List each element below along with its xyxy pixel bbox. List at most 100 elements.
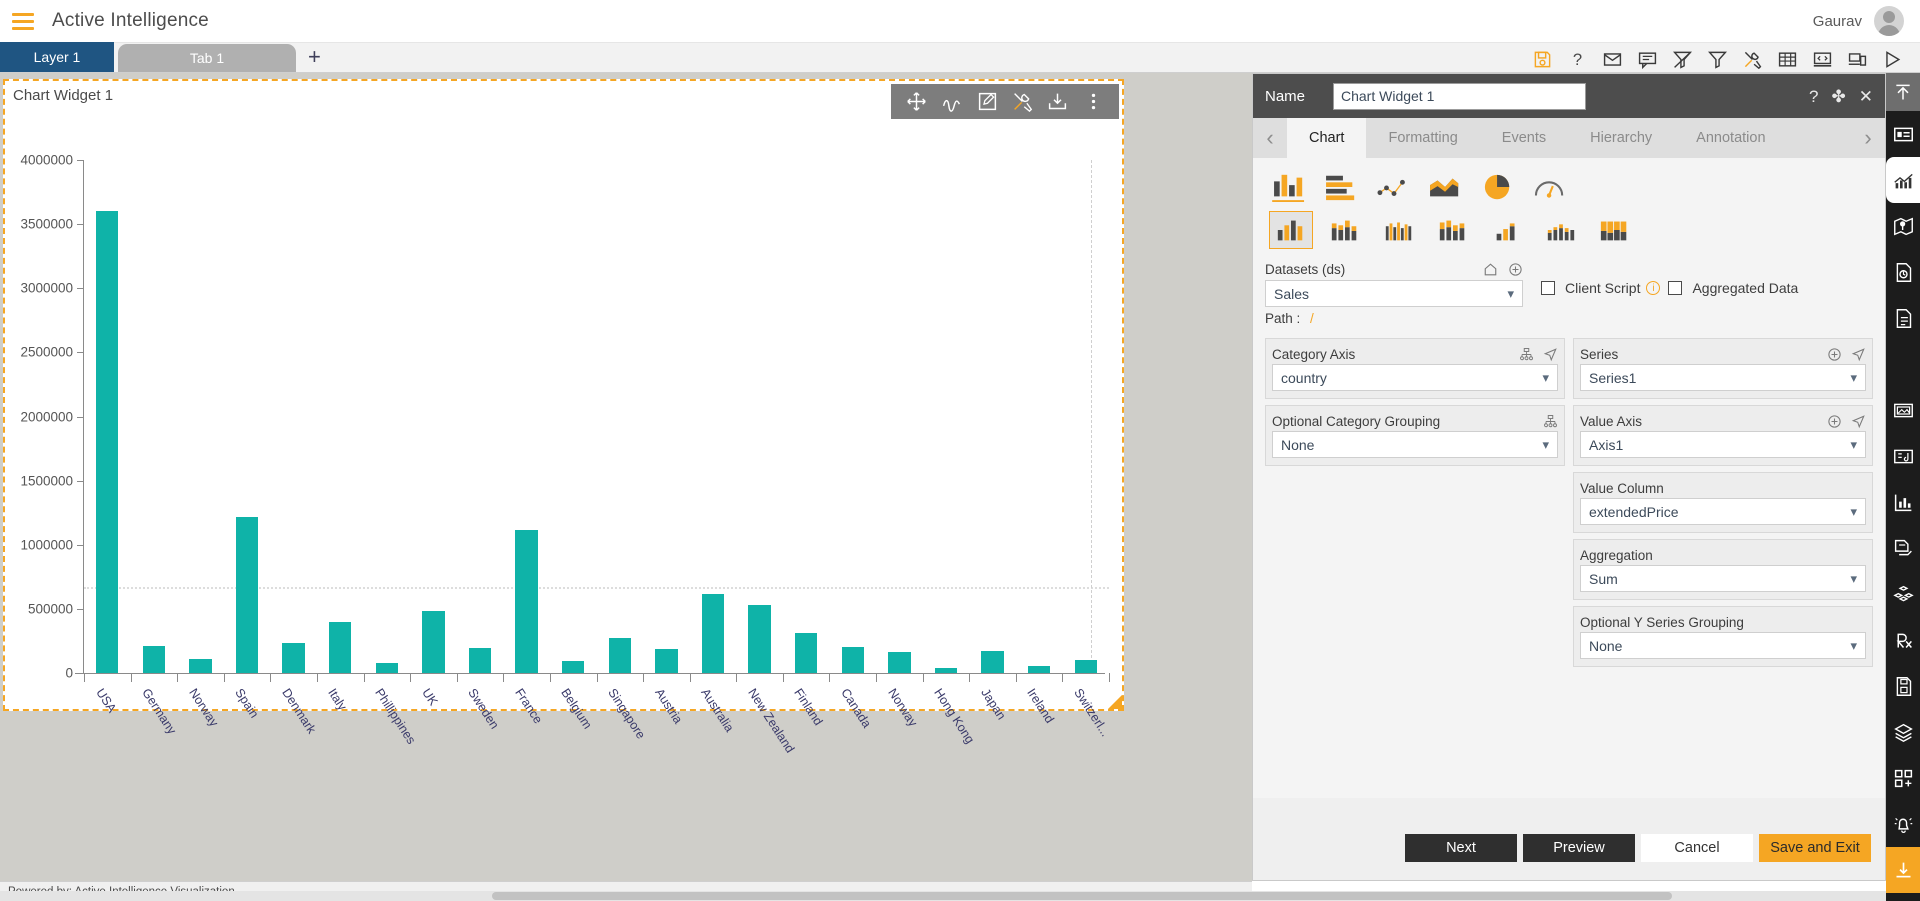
- alert-bell-icon[interactable]: [1886, 801, 1920, 847]
- download-icon[interactable]: [1886, 847, 1920, 893]
- filter-icon[interactable]: [1708, 50, 1727, 69]
- bar[interactable]: [282, 642, 305, 673]
- bar[interactable]: [468, 648, 492, 673]
- mixed-column-icon[interactable]: [1539, 211, 1583, 249]
- layers-icon[interactable]: [1886, 709, 1920, 755]
- image-widget-icon[interactable]: [1886, 387, 1920, 433]
- scrollbar-thumb[interactable]: [492, 892, 1672, 900]
- horizontal-scrollbar[interactable]: [0, 891, 1886, 901]
- add-circle-icon[interactable]: [1827, 414, 1842, 429]
- add-tab-button[interactable]: +: [308, 46, 321, 68]
- chart-widget[interactable]: Chart Widget 1 0 500000 1000000 1500000 2000…: [3, 79, 1124, 755]
- bar[interactable]: [189, 658, 212, 673]
- optional-y-series-grouping-select[interactable]: None ▾: [1580, 632, 1866, 659]
- add-circle-icon[interactable]: [1508, 262, 1523, 277]
- tab-chart[interactable]: Chart: [1287, 118, 1367, 158]
- tab-events[interactable]: Events: [1480, 118, 1568, 158]
- bar[interactable]: [96, 210, 119, 673]
- tools-icon[interactable]: [1012, 91, 1033, 112]
- bar[interactable]: [375, 662, 399, 673]
- tab-formatting[interactable]: Formatting: [1366, 118, 1479, 158]
- small-column-icon[interactable]: [1485, 211, 1529, 249]
- bar[interactable]: [655, 648, 678, 673]
- home-icon[interactable]: [1483, 262, 1498, 277]
- bar[interactable]: [1074, 660, 1097, 673]
- stacked-group-column-icon[interactable]: [1431, 211, 1475, 249]
- value-column-select[interactable]: extendedPrice ▾: [1580, 498, 1866, 525]
- hierarchy-icon[interactable]: [1519, 347, 1534, 362]
- area-chart-icon[interactable]: [1427, 172, 1465, 202]
- series-select[interactable]: Series1 ▾: [1580, 364, 1866, 391]
- add-grid-icon[interactable]: [1886, 755, 1920, 801]
- aggregation-select[interactable]: Sum ▾: [1580, 565, 1866, 592]
- category-axis-select[interactable]: country ▾: [1272, 364, 1558, 391]
- scribble-icon[interactable]: [941, 91, 962, 112]
- help-icon[interactable]: ?: [1568, 50, 1587, 69]
- bar[interactable]: [841, 646, 864, 673]
- report-save-icon[interactable]: [1886, 663, 1920, 709]
- close-icon[interactable]: ✕: [1859, 88, 1873, 105]
- multi-column-icon[interactable]: [1377, 211, 1421, 249]
- chart-widget-icon[interactable]: [1886, 157, 1920, 203]
- cubes-icon[interactable]: [1886, 571, 1920, 617]
- bar[interactable]: [608, 637, 631, 673]
- tab-layer-1[interactable]: Layer 1: [0, 42, 114, 72]
- send-icon[interactable]: [1851, 414, 1866, 429]
- client-script-checkbox[interactable]: [1541, 281, 1555, 295]
- send-icon[interactable]: [1851, 347, 1866, 362]
- optional-category-grouping-select[interactable]: None ▾: [1272, 431, 1558, 458]
- edit-icon[interactable]: [977, 91, 998, 112]
- tabs-prev-arrow[interactable]: ‹: [1253, 118, 1287, 158]
- full-stacked-column-icon[interactable]: [1593, 211, 1637, 249]
- code-icon[interactable]: [1813, 50, 1832, 69]
- map-widget-icon[interactable]: [1886, 203, 1920, 249]
- move-icon[interactable]: ✤: [1832, 88, 1846, 105]
- document-refresh-icon[interactable]: [1886, 249, 1920, 295]
- bar[interactable]: [329, 622, 352, 673]
- bar[interactable]: [142, 646, 166, 673]
- bar-chart-icon[interactable]: [1323, 172, 1361, 202]
- preview-button[interactable]: Preview: [1523, 834, 1635, 862]
- tabs-next-arrow[interactable]: ›: [1851, 118, 1885, 158]
- help-icon[interactable]: ?: [1809, 88, 1818, 105]
- hamburger-icon[interactable]: [12, 12, 34, 30]
- gauge-chart-icon[interactable]: [1531, 172, 1569, 202]
- user-avatar-icon[interactable]: [1874, 6, 1904, 36]
- braces-icon[interactable]: [1886, 341, 1920, 387]
- scatter-chart-icon[interactable]: [1375, 172, 1413, 202]
- tab-annotation[interactable]: Annotation: [1674, 118, 1787, 158]
- bar[interactable]: [422, 611, 445, 673]
- aggregated-data-checkbox[interactable]: [1668, 281, 1683, 295]
- stacked-column-icon[interactable]: [1323, 211, 1367, 249]
- bar[interactable]: [794, 633, 818, 673]
- save-and-exit-button[interactable]: Save and Exit: [1759, 834, 1871, 862]
- bar[interactable]: [235, 517, 259, 673]
- bar[interactable]: [888, 651, 911, 673]
- info-icon[interactable]: i: [1646, 281, 1661, 295]
- tab-hierarchy[interactable]: Hierarchy: [1568, 118, 1674, 158]
- bar[interactable]: [934, 667, 958, 673]
- design-canvas[interactable]: Chart Widget 1 0 500000 1000000 1500000 2000…: [0, 73, 1252, 883]
- pie-chart-icon[interactable]: [1479, 172, 1517, 202]
- save-icon[interactable]: [1533, 50, 1552, 69]
- comment-icon[interactable]: [1638, 50, 1657, 69]
- tab-page-1[interactable]: Tab 1: [118, 44, 296, 72]
- play-icon[interactable]: [1883, 50, 1902, 69]
- media-widget-icon[interactable]: [1886, 433, 1920, 479]
- clear-filter-icon[interactable]: [1673, 50, 1692, 69]
- hierarchy-icon[interactable]: [1543, 414, 1558, 429]
- more-options-icon[interactable]: [1083, 91, 1104, 112]
- prescription-icon[interactable]: [1886, 617, 1920, 663]
- widget-panel-icon[interactable]: [1886, 111, 1920, 157]
- datasets-select[interactable]: Sales ▾: [1265, 280, 1523, 307]
- bar[interactable]: [701, 594, 725, 673]
- collapse-up-icon[interactable]: [1886, 73, 1920, 111]
- value-axis-select[interactable]: Axis1 ▾: [1580, 431, 1866, 458]
- mail-icon[interactable]: [1603, 50, 1622, 69]
- analytics-icon[interactable]: [1886, 479, 1920, 525]
- move-icon[interactable]: [906, 91, 927, 112]
- document-icon[interactable]: [1886, 295, 1920, 341]
- column-chart-icon[interactable]: [1271, 172, 1309, 202]
- tools-icon[interactable]: [1743, 50, 1762, 69]
- next-button[interactable]: Next: [1405, 834, 1517, 862]
